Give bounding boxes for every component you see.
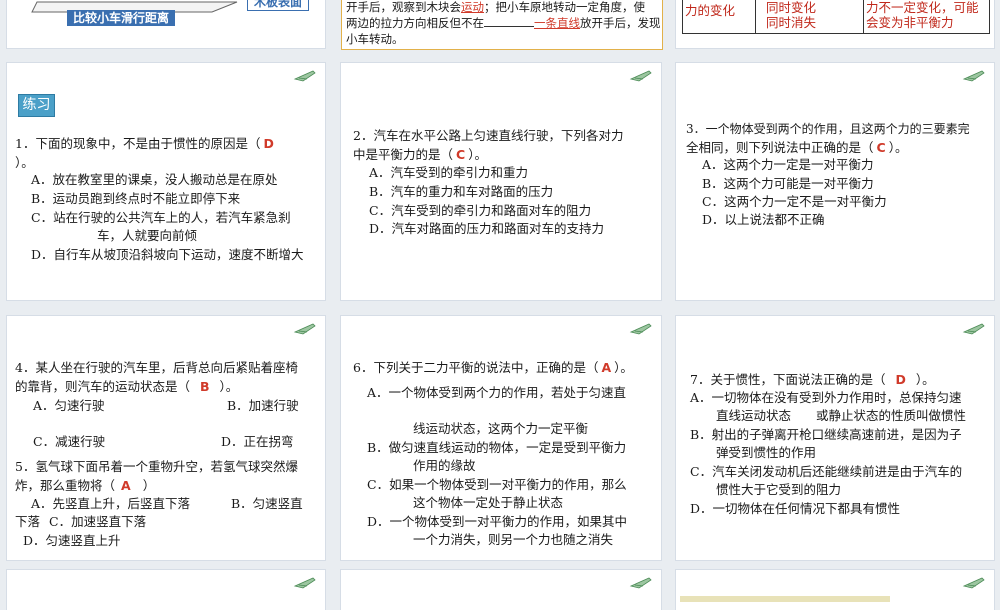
corner-plane-icon bbox=[629, 323, 652, 335]
slide-exercise-1[interactable]: 练习 1．下面的现象中，不是由于惯性的原因是（ D）。 A．放在教室里的课桌，没人… bbox=[7, 63, 325, 300]
option-2a: A．汽车受到的牵引力和重力 bbox=[369, 165, 529, 180]
option-3a: A．这两个力一定是一对平衡力 bbox=[702, 157, 874, 172]
question-3-stem: 3．一个物体受到两个的作用，且这两个力的三要素完 全相同，则下列说法中正确的是（… bbox=[686, 122, 970, 155]
option-3c: C．这两个力一定不是一对平衡力 bbox=[702, 194, 887, 209]
option-7b-line2: 弹受到惯性的作用 bbox=[716, 445, 817, 460]
slide-exercise-7[interactable]: 7．关于惯性，下面说法正确的是（ D）。 A．一切物体在没有受到外力作用时，总保持… bbox=[676, 316, 994, 560]
slide-top-middle[interactable]: 开手后，观察到木块会运动；把小车原地转动一定角度，使 两边的拉力方向相反但不在一… bbox=[341, 0, 663, 50]
option-4c: C．减速行驶 bbox=[33, 434, 106, 449]
option-2c: C．汽车受到的牵引力和路面对车的阻力 bbox=[369, 203, 592, 218]
option-5b: B．匀速竖直 bbox=[231, 496, 303, 511]
answer-2: C bbox=[456, 146, 466, 162]
option-3b: B．这两个力可能是一对平衡力 bbox=[702, 176, 874, 191]
exercise-badge: 练习 bbox=[18, 94, 55, 117]
option-6d-line1: D．一个物体受到一对平衡力的作用，如果其中 bbox=[367, 514, 628, 529]
question-5-stem: 5．氢气球下面吊着一个重物升空，若氢气球突然爆 炸，那么重物将（ A） bbox=[15, 459, 298, 493]
question-6-stem: 6．下列关于二力平衡的说法中，正确的是（ A）。 bbox=[353, 360, 633, 375]
corner-plane-icon bbox=[962, 70, 985, 82]
option-1b: B．运动员跑到终点时不能立即停下来 bbox=[31, 191, 241, 206]
answer-4: B bbox=[200, 378, 210, 394]
option-2b: B．汽车的重力和车对路面的压力 bbox=[369, 184, 554, 199]
text-line-2: 两边的拉力方向相反但不在 一条直线放开手后，发现 bbox=[346, 16, 661, 30]
option-5b-cont: 下落 bbox=[15, 514, 41, 529]
answer-6: A bbox=[601, 360, 612, 375]
option-7c-line2: 惯性大于它受到的阻力 bbox=[716, 482, 842, 497]
option-1c-line1: C．站在行驶的公共汽车上的人，若汽车紧急刹 bbox=[31, 210, 291, 225]
corner-plane-icon bbox=[293, 323, 316, 335]
slide-next-left[interactable] bbox=[7, 570, 325, 610]
question-1-stem: 1．下面的现象中，不是由于惯性的原因是（ D）。 bbox=[15, 135, 315, 172]
option-7c-line1: C．汽车关闭发动机后还能继续前进是由于汽车的 bbox=[690, 464, 963, 479]
option-1d: D．自行车从坡顶沿斜坡向下运动，速度不断增大 bbox=[31, 247, 304, 262]
option-6d-line2: 一个力消失，则另一个力也随之消失 bbox=[413, 532, 614, 547]
slide-exercise-4-5[interactable]: 4．某人坐在行驶的汽车里，后背总向后紧贴着座椅 的靠背，则汽车的运动状态是（ B）… bbox=[7, 316, 325, 560]
option-4d: D．正在拐弯 bbox=[221, 434, 294, 449]
slide-exercise-2[interactable]: 2．汽车在水平公路上匀速直线行驶，下列各对力 中是平衡力的是（ C）。 A．汽车受… bbox=[341, 63, 661, 300]
option-5c: C．加速竖直下落 bbox=[49, 514, 147, 529]
next-slide-strip bbox=[680, 596, 890, 602]
answer-5: A bbox=[121, 477, 131, 493]
slide-top-left[interactable]: 比较小车滑行距离 木板表面 bbox=[7, 0, 325, 48]
option-3d: D．以上说法都不正确 bbox=[702, 212, 825, 227]
option-6c-line2: 这个物体一定处于静止状态 bbox=[413, 495, 564, 510]
option-6a-line1: A．一个物体受到两个力的作用，若处于匀速直 bbox=[367, 385, 627, 400]
option-5a: A．先竖直上升，后竖直下落 bbox=[31, 496, 191, 511]
table-cell-note: 力不一定变化，可能 会变为非平衡力 bbox=[866, 0, 979, 30]
slide-exercise-6[interactable]: 6．下列关于二力平衡的说法中，正确的是（ A）。 A．一个物体受到两个力的作用，若… bbox=[341, 316, 661, 560]
question-7-stem: 7．关于惯性，下面说法正确的是（ D）。 bbox=[690, 372, 935, 387]
surface-label: 木板表面 bbox=[247, 0, 310, 11]
text-line-1: 开手后，观察到木块会运动；把小车原地转动一定角度，使 bbox=[346, 0, 645, 14]
option-5d: D．匀速竖直上升 bbox=[23, 533, 121, 548]
slide-exercise-3[interactable]: 3．一个物体受到两个的作用，且这两个力的三要素完 全相同，则下列说法中正确的是（… bbox=[676, 63, 994, 300]
option-7a-line2: 直线运动状态 或静止状态的性质叫做惯性 bbox=[716, 408, 967, 423]
option-4b: B．加速行驶 bbox=[227, 398, 299, 413]
answer-3: C bbox=[876, 139, 886, 155]
table-cell-force-change: 力的变化 bbox=[685, 3, 736, 18]
option-4a: A．匀速行驶 bbox=[33, 398, 105, 413]
option-7a-line1: A．一切物体在没有受到外力作用时，总保持匀速 bbox=[690, 390, 962, 405]
corner-plane-icon bbox=[629, 70, 652, 82]
option-6b-line2: 作用的缘故 bbox=[413, 458, 476, 473]
corner-plane-icon bbox=[962, 323, 985, 335]
corner-plane-icon bbox=[293, 70, 316, 82]
corner-plane-icon bbox=[293, 577, 316, 589]
slide-top-right[interactable]: 力的变化 同时变化 同时消失 力不一定变化，可能 会变为非平衡力 bbox=[676, 0, 994, 48]
option-7b-line1: B．射出的子弹离开枪口继续高速前进，是因为子 bbox=[690, 427, 962, 442]
diagram-caption: 比较小车滑行距离 bbox=[67, 10, 176, 26]
option-2d: D．汽车对路面的压力和路面对车的支持力 bbox=[369, 221, 605, 236]
option-6b-line1: B．做匀速直线运动的物体，一定是受到平衡力 bbox=[367, 440, 627, 455]
table-cell-simultaneous: 同时变化 同时消失 bbox=[766, 0, 817, 30]
option-1c-line2: 车，人就要向前倾 bbox=[97, 228, 198, 243]
option-1a: A．放在教室里的课桌，没人搬动总是在原处 bbox=[31, 172, 278, 187]
corner-plane-icon bbox=[962, 577, 985, 589]
slide-next-right[interactable] bbox=[676, 570, 994, 610]
answer-7: D bbox=[895, 372, 906, 387]
option-6a-line2: 线运动状态，这两个力一定平衡 bbox=[413, 421, 589, 436]
question-4-stem: 4．某人坐在行驶的汽车里，后背总向后紧贴着座椅 的靠背，则汽车的运动状态是（ B）… bbox=[15, 360, 298, 394]
option-7d: D．一切物体在任何情况下都具有惯性 bbox=[690, 501, 901, 516]
text-line-3: 小车转动。 bbox=[346, 32, 404, 46]
option-6c-line1: C．如果一个物体受到一对平衡力的作用，那么 bbox=[367, 477, 627, 492]
answer-1: D bbox=[263, 136, 274, 151]
corner-plane-icon bbox=[629, 577, 652, 589]
question-2-stem: 2．汽车在水平公路上匀速直线行驶，下列各对力 中是平衡力的是（ C）。 bbox=[353, 128, 624, 162]
slide-next-middle[interactable] bbox=[341, 570, 661, 610]
